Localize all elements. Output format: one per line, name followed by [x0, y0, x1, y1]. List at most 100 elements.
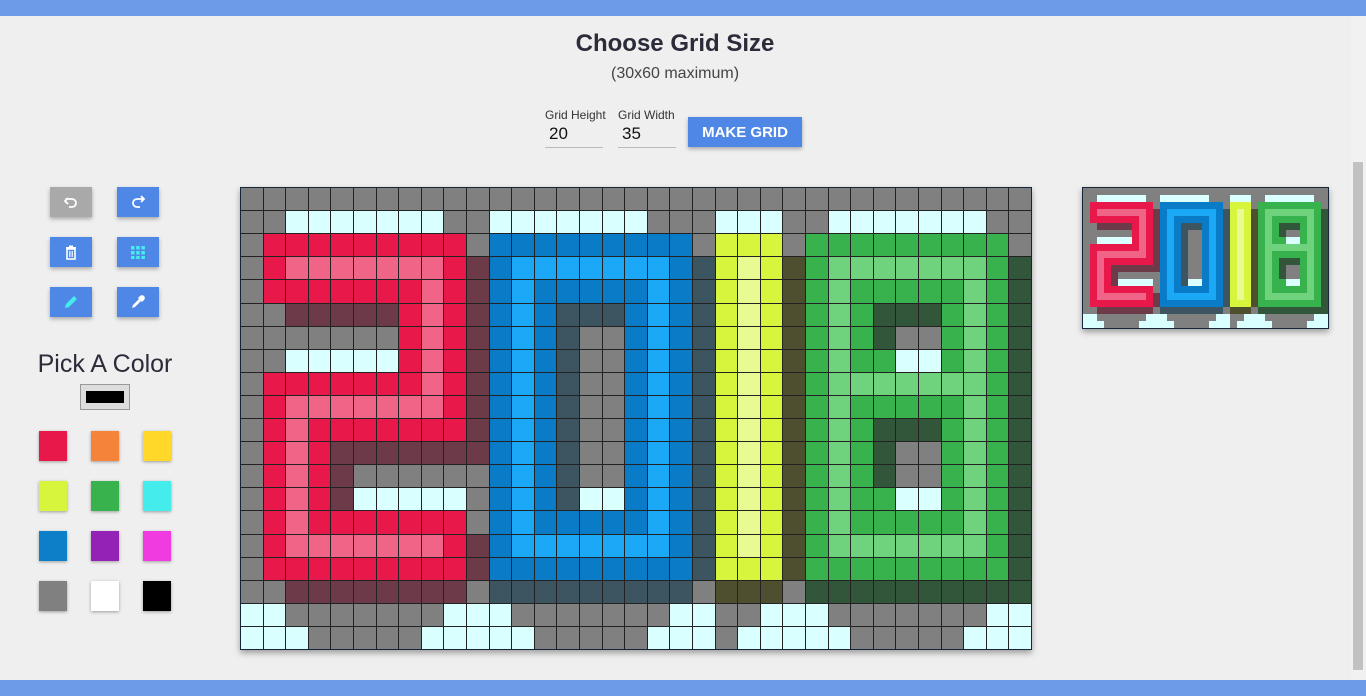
grid-cell[interactable]: [557, 557, 579, 580]
grid-cell[interactable]: [602, 188, 625, 211]
grid-cell[interactable]: [986, 442, 1009, 465]
grid-cell[interactable]: [467, 488, 489, 511]
grid-cell[interactable]: [421, 580, 444, 603]
grid-cell[interactable]: [467, 188, 489, 211]
grid-cell[interactable]: [489, 488, 512, 511]
grid-cell[interactable]: [331, 349, 353, 372]
grid-cell[interactable]: [421, 303, 444, 326]
grid-cell[interactable]: [670, 372, 692, 395]
grid-cell[interactable]: [873, 211, 896, 234]
grid-cell[interactable]: [896, 534, 918, 557]
grid-cell[interactable]: [760, 257, 783, 280]
grid-cell[interactable]: [376, 326, 399, 349]
grid-cell[interactable]: [241, 557, 263, 580]
color-swatch[interactable]: [143, 431, 171, 461]
grid-cell[interactable]: [625, 580, 647, 603]
grid-cell[interactable]: [308, 465, 331, 488]
grid-cell[interactable]: [919, 488, 941, 511]
grid-cell[interactable]: [467, 211, 489, 234]
grid-cell[interactable]: [263, 465, 286, 488]
grid-cell[interactable]: [444, 465, 466, 488]
grid-cell[interactable]: [986, 257, 1009, 280]
grid-cell[interactable]: [263, 488, 286, 511]
grid-cell[interactable]: [444, 442, 466, 465]
grid-cell[interactable]: [783, 211, 805, 234]
grid-cell[interactable]: [919, 442, 941, 465]
grid-cell[interactable]: [263, 511, 286, 534]
grid-cell[interactable]: [512, 580, 534, 603]
grid-cell[interactable]: [670, 419, 692, 442]
grid-cell[interactable]: [331, 257, 353, 280]
grid-cell[interactable]: [625, 557, 647, 580]
grid-cell[interactable]: [580, 395, 602, 418]
grid-cell[interactable]: [896, 372, 918, 395]
grid-cell[interactable]: [851, 280, 873, 303]
grid-cell[interactable]: [399, 603, 421, 626]
grid-cell[interactable]: [693, 349, 715, 372]
grid-cell[interactable]: [534, 326, 557, 349]
color-swatch[interactable]: [143, 581, 171, 611]
grid-cell[interactable]: [806, 442, 828, 465]
grid-cell[interactable]: [941, 511, 964, 534]
grid-cell[interactable]: [421, 257, 444, 280]
grid-cell[interactable]: [941, 534, 964, 557]
grid-cell[interactable]: [693, 257, 715, 280]
grid-cell[interactable]: [715, 580, 738, 603]
grid-cell[interactable]: [941, 465, 964, 488]
grid-cell[interactable]: [512, 372, 534, 395]
grid-cell[interactable]: [512, 488, 534, 511]
grid-cell[interactable]: [873, 626, 896, 649]
grid-cell[interactable]: [760, 280, 783, 303]
grid-cell[interactable]: [986, 280, 1009, 303]
grid-cell[interactable]: [986, 395, 1009, 418]
grid-cell[interactable]: [760, 557, 783, 580]
grid-cell[interactable]: [873, 603, 896, 626]
grid-cell[interactable]: [512, 349, 534, 372]
grid-cell[interactable]: [851, 603, 873, 626]
grid-cell[interactable]: [421, 234, 444, 257]
grid-cell[interactable]: [919, 257, 941, 280]
grid-cell[interactable]: [964, 395, 986, 418]
grid-cell[interactable]: [557, 511, 579, 534]
grid-cell[interactable]: [941, 280, 964, 303]
grid-cell[interactable]: [670, 534, 692, 557]
grid-cell[interactable]: [738, 280, 760, 303]
grid-cell[interactable]: [308, 349, 331, 372]
grid-cell[interactable]: [286, 442, 308, 465]
grid-cell[interactable]: [625, 349, 647, 372]
grid-cell[interactable]: [331, 511, 353, 534]
grid-cell[interactable]: [602, 511, 625, 534]
grid-cell[interactable]: [354, 626, 376, 649]
color-swatch[interactable]: [91, 531, 119, 561]
grid-cell[interactable]: [783, 349, 805, 372]
grid-cell[interactable]: [354, 326, 376, 349]
pencil-button[interactable]: [50, 287, 92, 317]
grid-cell[interactable]: [806, 188, 828, 211]
grid-cell[interactable]: [580, 188, 602, 211]
grid-cell[interactable]: [512, 188, 534, 211]
grid-cell[interactable]: [873, 419, 896, 442]
grid-cell[interactable]: [806, 372, 828, 395]
grid-cell[interactable]: [647, 511, 670, 534]
grid-cell[interactable]: [964, 488, 986, 511]
grid-cell[interactable]: [444, 303, 466, 326]
grid-cell[interactable]: [919, 280, 941, 303]
grid-cell[interactable]: [512, 465, 534, 488]
grid-cell[interactable]: [286, 580, 308, 603]
grid-cell[interactable]: [715, 234, 738, 257]
grid-cell[interactable]: [670, 511, 692, 534]
grid-cell[interactable]: [512, 511, 534, 534]
grid-cell[interactable]: [557, 534, 579, 557]
grid-cell[interactable]: [376, 488, 399, 511]
grid-cell[interactable]: [873, 557, 896, 580]
grid-cell[interactable]: [286, 257, 308, 280]
grid-cell[interactable]: [308, 557, 331, 580]
grid-cell[interactable]: [647, 557, 670, 580]
grid-cell[interactable]: [263, 603, 286, 626]
grid-cell[interactable]: [331, 326, 353, 349]
undo-button[interactable]: [50, 187, 92, 217]
grid-cell[interactable]: [693, 234, 715, 257]
grid-cell[interactable]: [760, 488, 783, 511]
grid-cell[interactable]: [354, 303, 376, 326]
grid-cell[interactable]: [467, 280, 489, 303]
